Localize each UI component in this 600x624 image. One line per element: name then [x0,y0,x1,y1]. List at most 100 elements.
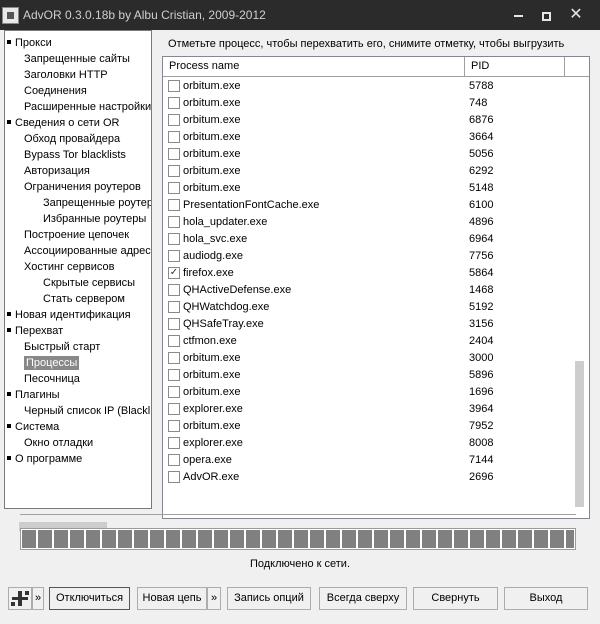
settings-tree[interactable]: Прокси Запрещенные сайты Заголовки HTTP Сое… [4,30,152,509]
disconnect-button[interactable]: Отключиться [49,587,130,610]
table-row[interactable]: AdvOR.exe 2696 [163,469,573,486]
process-checkbox[interactable] [168,420,180,432]
process-list[interactable]: Process name PID orbitum.exe 5788 orbitum.… [162,56,590,519]
tree-item[interactable]: Плагины [7,388,60,402]
process-checkbox[interactable] [168,199,180,211]
expander-bullet-icon[interactable] [7,120,11,125]
table-row[interactable]: opera.exe 7144 [163,452,573,469]
expander-bullet-icon[interactable] [7,312,11,317]
table-row[interactable]: orbitum.exe 3664 [163,129,573,146]
process-checkbox[interactable] [168,80,180,92]
table-row[interactable]: hola_svc.exe 6964 [163,231,573,248]
process-checkbox[interactable] [168,369,180,381]
process-checkbox[interactable] [168,165,180,177]
tree-item[interactable]: Расширенные настройки [24,100,151,114]
title-bar[interactable]: AdvOR 0.3.0.18b by Albu Cristian, 2009-2… [0,0,600,30]
save-options-button[interactable]: Запись опций [227,587,311,610]
process-checkbox[interactable] [168,301,180,313]
table-row[interactable]: orbitum.exe 6876 [163,112,573,129]
tree-item[interactable]: Окно отладки [24,436,93,450]
tree-item[interactable]: Хостинг сервисов [24,260,114,274]
expander-bullet-icon[interactable] [7,392,11,397]
process-checkbox[interactable] [168,335,180,347]
process-checkbox[interactable] [168,250,180,262]
process-checkbox[interactable] [168,131,180,143]
process-checkbox[interactable] [168,284,180,296]
tree-item[interactable]: Система [7,420,59,434]
process-checkbox[interactable] [168,233,180,245]
table-row[interactable]: hola_updater.exe 4896 [163,214,573,231]
tree-item[interactable]: Заголовки HTTP [24,68,108,82]
table-row[interactable]: orbitum.exe 6292 [163,163,573,180]
table-row[interactable]: orbitum.exe 5148 [163,180,573,197]
process-checkbox[interactable] [168,437,180,449]
window-minimize-button[interactable] [503,0,533,30]
tree-item[interactable]: Перехват [7,324,63,338]
tree-item[interactable]: Авторизация [24,164,90,178]
tree-item[interactable]: Ассоциированные адреса [24,244,151,258]
expander-bullet-icon[interactable] [7,328,11,333]
tree-item[interactable]: Быстрый старт [24,340,100,354]
expander-bullet-icon[interactable] [7,40,11,45]
process-checkbox[interactable] [168,471,180,483]
process-checkbox[interactable] [168,114,180,126]
tree-item[interactable]: Процессы [24,356,80,370]
table-row[interactable]: orbitum.exe 7952 [163,418,573,435]
minimize-button[interactable]: Свернуть [413,587,498,610]
process-checkbox[interactable]: ✓ [168,267,180,279]
exit-button[interactable]: Выход [504,587,588,610]
tree-item[interactable]: Построение цепочек [24,228,129,242]
tree-item[interactable]: Черный список IP (Blacklist) [24,404,151,418]
table-row[interactable]: QHActiveDefense.exe 1468 [163,282,573,299]
tree-item[interactable]: Избранные роутеры [43,212,146,226]
tree-item[interactable]: О программе [7,452,82,466]
window-close-button[interactable]: ✕ [561,0,591,30]
tree-item[interactable]: Песочница [24,372,80,386]
table-row[interactable]: ctfmon.exe 2404 [163,333,573,350]
tree-item[interactable]: Соединения [24,84,87,98]
table-row[interactable]: orbitum.exe 5896 [163,367,573,384]
process-list-scrollbar-thumb[interactable] [575,361,584,507]
table-row[interactable]: audiodg.exe 7756 [163,248,573,265]
expander-bullet-icon[interactable] [7,424,11,429]
tool-button[interactable] [8,587,32,610]
tree-item[interactable]: Новая идентификация [7,308,131,322]
table-row[interactable]: orbitum.exe 3000 [163,350,573,367]
column-header-process-name[interactable]: Process name [163,57,465,76]
tree-item[interactable]: Bypass Tor blacklists [24,148,126,162]
process-checkbox[interactable] [168,352,180,364]
process-checkbox[interactable] [168,386,180,398]
app-icon[interactable] [2,7,19,24]
tree-item[interactable]: Обход провайдера [24,132,120,146]
process-checkbox[interactable] [168,318,180,330]
process-checkbox[interactable] [168,403,180,415]
always-on-top-button[interactable]: Всегда сверху [319,587,407,610]
tool-menu-button[interactable]: » [32,587,44,610]
tree-item[interactable]: Сведения о сети OR [7,116,119,130]
new-circuit-menu-button[interactable]: » [207,587,221,610]
table-row[interactable]: orbitum.exe 748 [163,95,573,112]
process-checkbox[interactable] [168,216,180,228]
tree-item[interactable]: Скрытые сервисы [43,276,135,290]
tree-item[interactable]: Запрещенные сайты [24,52,130,66]
column-header-pid[interactable]: PID [465,57,565,76]
table-row[interactable]: orbitum.exe 5788 [163,78,573,95]
process-checkbox[interactable] [168,148,180,160]
tree-item[interactable]: Прокси [7,36,52,50]
tree-item[interactable]: Запрещенные роутеры [43,196,151,210]
process-checkbox[interactable] [168,97,180,109]
table-row[interactable]: PresentationFontCache.exe 6100 [163,197,573,214]
process-checkbox[interactable] [168,454,180,466]
table-row[interactable]: explorer.exe 3964 [163,401,573,418]
table-row[interactable]: QHWatchdog.exe 5192 [163,299,573,316]
new-circuit-button[interactable]: Новая цепь [137,587,207,610]
tree-item[interactable]: Стать сервером [43,292,125,306]
table-row[interactable]: ✓ firefox.exe 5864 [163,265,573,282]
process-checkbox[interactable] [168,182,180,194]
window-maximize-button[interactable] [531,0,561,30]
table-row[interactable]: explorer.exe 8008 [163,435,573,452]
table-row[interactable]: orbitum.exe 1696 [163,384,573,401]
table-row[interactable]: QHSafeTray.exe 3156 [163,316,573,333]
table-row[interactable]: orbitum.exe 5056 [163,146,573,163]
tree-item[interactable]: Ограничения роутеров [24,180,141,194]
